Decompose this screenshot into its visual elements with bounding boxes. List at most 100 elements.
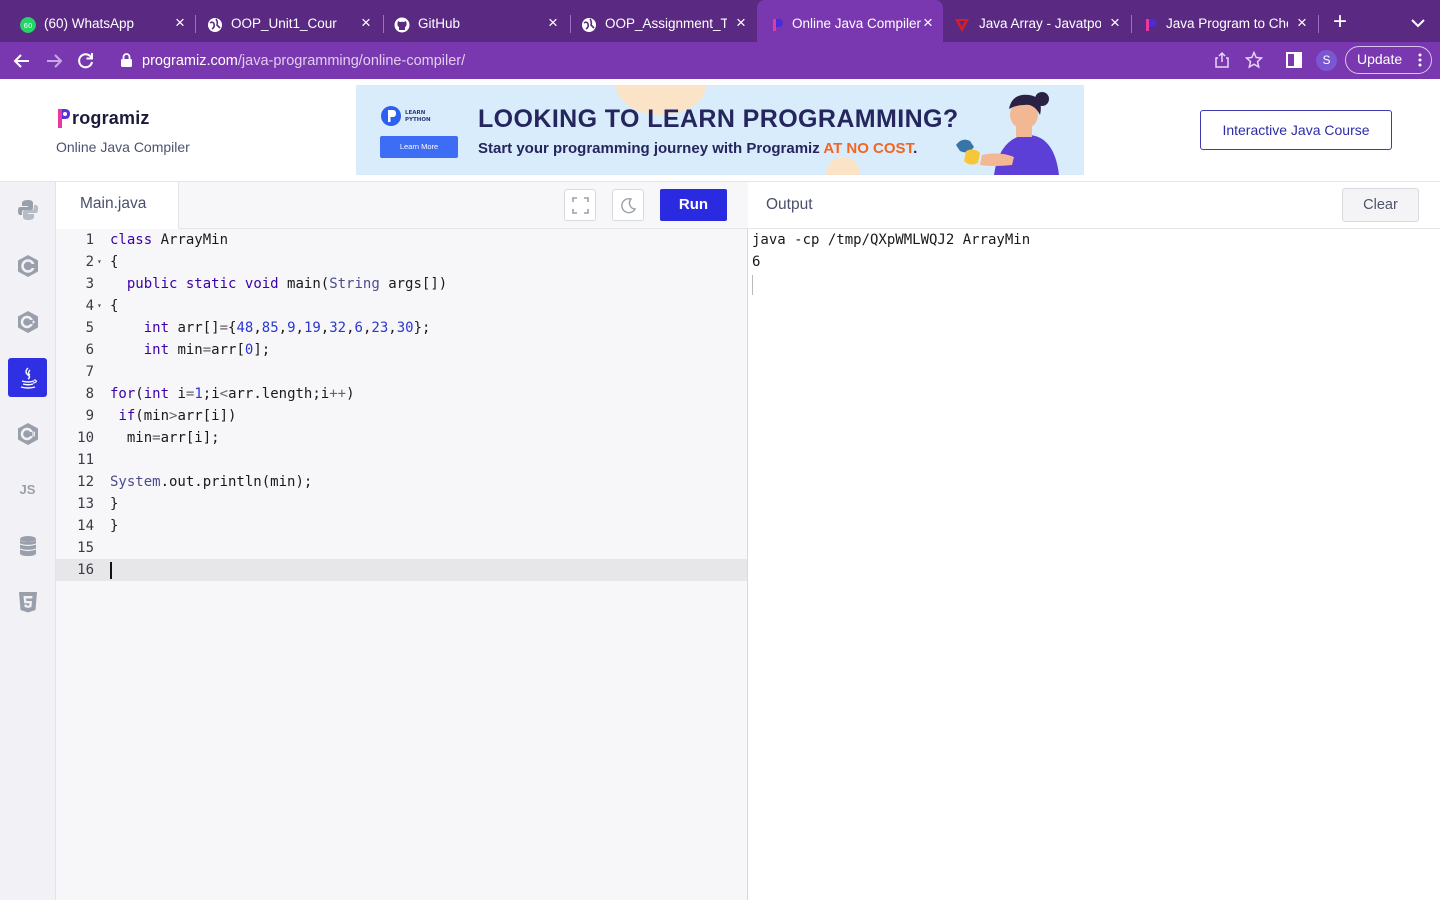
globe-icon: [582, 18, 596, 32]
browser-tab-online-java-compiler[interactable]: Online Java Compiler ×: [757, 0, 943, 42]
sidebar-item-html[interactable]: [8, 582, 47, 621]
code-token: int: [143, 342, 170, 358]
code-token: if: [118, 408, 136, 424]
line-number: 6: [85, 342, 94, 358]
browser-tab-oop-assignment[interactable]: OOP_Assignment_Title ×: [571, 0, 757, 42]
forward-arrow-icon[interactable]: [44, 51, 64, 71]
code-line[interactable]: 14}: [56, 515, 747, 537]
address-bar[interactable]: programiz.com/java-programming/online-co…: [108, 47, 1273, 74]
browser-tab-java-program[interactable]: Java Program to Check ×: [1132, 0, 1318, 42]
tab-search-chevron-down-icon[interactable]: [1409, 14, 1427, 32]
code-editor[interactable]: 1 class ArrayMin 2 ▾{3 public static void m…: [56, 229, 748, 900]
close-tab-icon[interactable]: ×: [357, 14, 375, 32]
code-token: ,: [295, 320, 304, 336]
code-text: System.out.println(min);: [110, 471, 312, 493]
sidebar-item-javascript[interactable]: JS: [8, 470, 47, 509]
code-token: i: [169, 386, 186, 402]
code-token: .out.println(min);: [160, 474, 313, 490]
code-token: 32: [329, 320, 347, 336]
editor-toolbar: Main.java Run: [56, 182, 748, 229]
output-console[interactable]: java -cp /tmp/QXpWMLWQJ2 ArrayMin 6: [748, 229, 1440, 900]
sidebar-item-sql[interactable]: [8, 526, 47, 565]
close-tab-icon[interactable]: ×: [544, 14, 562, 32]
code-text: public static void main(String args[]): [110, 273, 447, 295]
code-token: ++: [329, 386, 347, 402]
dark-mode-button[interactable]: [612, 189, 644, 221]
code-token: ): [346, 386, 355, 402]
interactive-java-course-button[interactable]: Interactive Java Course: [1200, 110, 1392, 150]
banner-subline: Start your programming journey with Prog…: [478, 140, 917, 157]
tab-divider: [1318, 15, 1319, 33]
clear-button[interactable]: Clear: [1342, 188, 1419, 222]
code-line[interactable]: 12 System.out.println(min);: [56, 471, 747, 493]
url-path: /java-programming/online-compiler/: [237, 53, 466, 69]
profile-avatar[interactable]: S: [1316, 50, 1337, 71]
code-line[interactable]: 2 ▾ {: [56, 251, 747, 273]
code-line[interactable]: 8 for(int i=1;i<arr.length;i++): [56, 383, 747, 405]
code-line[interactable]: 9 if(min>arr[i]): [56, 405, 747, 427]
share-icon[interactable]: [1213, 51, 1231, 69]
code-line[interactable]: 7: [56, 361, 747, 383]
output-line: 6: [752, 254, 761, 270]
code-token: int: [143, 320, 170, 336]
code-line[interactable]: 15: [56, 537, 747, 559]
code-line[interactable]: 4 ▾ {: [56, 295, 747, 317]
code-token: class: [110, 232, 153, 248]
code-token: ArrayMin: [152, 232, 229, 248]
code-line[interactable]: 13}: [56, 493, 747, 515]
code-token: ];: [253, 342, 271, 358]
code-token: =: [152, 430, 161, 446]
code-line[interactable]: 3 public static void main(String args[]): [56, 273, 747, 295]
close-tab-icon[interactable]: ×: [171, 14, 189, 32]
browser-tab-oop-unit1[interactable]: OOP_Unit1_CourseWork ×: [196, 0, 382, 42]
code-token: =: [202, 342, 212, 358]
programiz-logo[interactable]: rogramiz: [57, 105, 150, 131]
browser-tab-whatsapp[interactable]: 60 (60) WhatsApp ×: [8, 0, 194, 42]
run-button[interactable]: Run: [660, 189, 727, 221]
sidebar-item-csharp[interactable]: [8, 414, 47, 453]
back-arrow-icon[interactable]: [12, 51, 32, 71]
c-icon: [17, 254, 38, 277]
sidebar-item-python[interactable]: [8, 190, 47, 229]
line-number: 11: [77, 452, 94, 468]
browser-toolbar: programiz.com/java-programming/online-co…: [0, 42, 1440, 79]
browser-tab-github[interactable]: GitHub ×: [384, 0, 570, 42]
close-tab-icon[interactable]: ×: [1293, 14, 1311, 32]
code-line[interactable]: 1 class ArrayMin: [56, 229, 747, 251]
code-text: if(min>arr[i]): [110, 405, 236, 427]
side-panel-icon[interactable]: [1285, 51, 1303, 69]
fold-toggle-icon[interactable]: ▾: [97, 295, 105, 317]
update-button[interactable]: Update: [1345, 46, 1432, 74]
code-text: int arr[]={48,85,9,19,32,6,23,30};: [110, 317, 431, 339]
code-line[interactable]: 5 int arr[]={48,85,9,19,32,6,23,30};: [56, 317, 747, 339]
output-line: java -cp /tmp/QXpWMLWQJ2 ArrayMin: [752, 232, 1031, 248]
fold-toggle-icon[interactable]: ▾: [97, 251, 105, 273]
code-token: String: [329, 276, 380, 292]
sidebar-item-c[interactable]: [8, 246, 47, 285]
new-tab-plus-icon[interactable]: +: [1331, 10, 1349, 34]
code-line[interactable]: 10 min=arr[i];: [56, 427, 747, 449]
more-vertical-icon: [1418, 53, 1422, 67]
file-tab-main-java[interactable]: Main.java: [56, 182, 179, 229]
close-tab-icon[interactable]: ×: [732, 14, 750, 32]
close-tab-icon[interactable]: ×: [919, 14, 937, 32]
tab-title: (60) WhatsApp: [44, 16, 135, 31]
code-text: class ArrayMin: [110, 229, 228, 251]
reload-icon[interactable]: [76, 51, 96, 71]
ad-banner[interactable]: LEARN PYTHON Learn More LOOKING TO LEARN…: [356, 85, 1084, 175]
sidebar-item-java[interactable]: [8, 358, 47, 397]
fullscreen-button[interactable]: [564, 189, 596, 221]
sidebar-item-cpp[interactable]: [8, 302, 47, 341]
browser-tab-javatpoint[interactable]: Java Array - Javatpoint ×: [944, 0, 1130, 42]
code-line[interactable]: 16: [56, 559, 747, 581]
code-token: ,: [278, 320, 288, 336]
code-line[interactable]: 11: [56, 449, 747, 471]
lock-icon: [121, 53, 132, 67]
code-text: {: [110, 251, 118, 273]
code-line[interactable]: 6 int min=arr[0];: [56, 339, 747, 361]
bookmark-star-icon[interactable]: [1245, 51, 1263, 69]
close-tab-icon[interactable]: ×: [1106, 14, 1124, 32]
line-number: 13: [77, 496, 94, 512]
learn-more-button[interactable]: Learn More: [380, 136, 458, 158]
